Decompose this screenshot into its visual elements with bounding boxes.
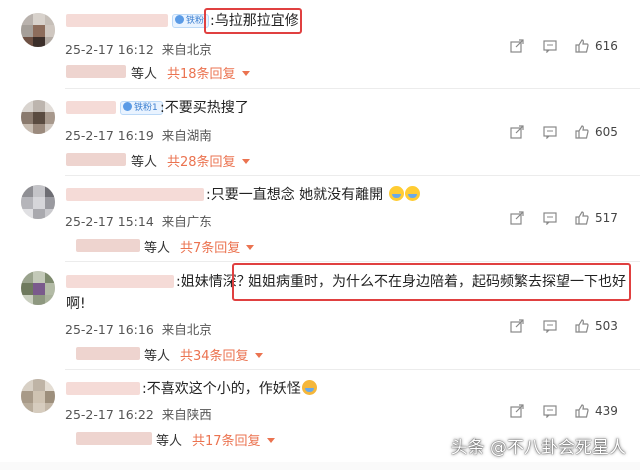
share-icon[interactable] <box>510 125 524 139</box>
blurred-username[interactable] <box>66 275 174 288</box>
reply-count-link[interactable]: 共34条回复 <box>180 349 249 364</box>
blurred-reply-users <box>76 347 140 360</box>
reply-summary[interactable]: 等人 共18条回复 <box>131 63 250 82</box>
comment-text: :只要一直想念 她就没有離開 <box>206 185 420 205</box>
divider <box>65 261 640 262</box>
chevron-down-icon[interactable] <box>241 159 250 164</box>
comment-text-continued: 啊! <box>66 296 86 312</box>
emoji-icon <box>404 186 420 201</box>
chevron-down-icon[interactable] <box>241 71 250 76</box>
comment-date: 25-2-17 15:14 <box>65 214 154 229</box>
divider <box>65 88 640 89</box>
comment-meta: 25-2-17 16:19 来自湖南 <box>65 125 212 144</box>
reply-count-link[interactable]: 共7条回复 <box>180 241 240 256</box>
reply-summary[interactable]: 等人 共28条回复 <box>131 151 250 170</box>
comment-date: 25-2-17 16:22 <box>65 407 154 422</box>
reply-users: 等人 <box>131 67 158 82</box>
reply-count-link[interactable]: 共18条回复 <box>167 67 236 82</box>
like-icon[interactable] <box>575 319 589 333</box>
comment-location: 来自广东 <box>161 214 212 229</box>
like-count: 517 <box>595 211 618 225</box>
comment-location: 来自陕西 <box>161 407 212 422</box>
like-count: 439 <box>595 404 618 418</box>
divider <box>65 175 640 176</box>
emoji-icon <box>301 380 317 395</box>
comment-meta: 25-2-17 16:12 来自北京 <box>65 39 212 58</box>
blurred-username[interactable] <box>66 101 116 114</box>
comment-text-highlighted: 姐姐病重时，为什么不在身边陪着，起码频繁去探望一下也好 <box>248 274 626 290</box>
divider <box>65 369 640 370</box>
like-icon[interactable] <box>575 404 589 418</box>
reply-summary[interactable]: 等人 共17条回复 <box>156 430 275 449</box>
reply-summary[interactable]: 等人 共7条回复 <box>144 237 255 256</box>
comment-location: 来自北京 <box>161 322 212 337</box>
comment-text: :不喜欢这个小的，作妖怪 <box>142 379 317 399</box>
avatar[interactable] <box>21 100 55 134</box>
next-comment-peek <box>0 462 640 470</box>
comment-actions: 439 <box>510 403 630 421</box>
share-icon[interactable] <box>510 211 524 225</box>
share-icon[interactable] <box>510 404 524 418</box>
like-icon[interactable] <box>575 125 589 139</box>
comment-icon[interactable] <box>543 319 557 333</box>
comment-date: 25-2-17 16:12 <box>65 42 154 57</box>
chevron-down-icon[interactable] <box>254 353 263 358</box>
emoji-icon <box>388 186 404 201</box>
comment-location: 来自北京 <box>161 42 212 57</box>
comment-icon[interactable] <box>543 39 557 53</box>
comment-location: 来自湖南 <box>161 128 212 143</box>
fan-badge: 铁粉1 <box>120 101 163 115</box>
like-count: 616 <box>595 39 618 53</box>
like-icon[interactable] <box>575 39 589 53</box>
comment-date: 25-2-17 16:16 <box>65 322 154 337</box>
chevron-down-icon[interactable] <box>266 438 275 443</box>
reply-users: 等人 <box>156 434 183 449</box>
heart-icon <box>175 15 184 24</box>
comment-actions: 605 <box>510 124 630 142</box>
chevron-down-icon[interactable] <box>246 245 255 250</box>
comment-meta: 25-2-17 16:22 来自陕西 <box>65 404 212 423</box>
share-icon[interactable] <box>510 319 524 333</box>
reply-count-link[interactable]: 共28条回复 <box>167 155 236 170</box>
reply-users: 等人 <box>144 349 171 364</box>
avatar[interactable] <box>21 13 55 47</box>
comment-icon[interactable] <box>543 404 557 418</box>
avatar[interactable] <box>21 185 55 219</box>
comment-meta: 25-2-17 15:14 来自广东 <box>65 211 212 230</box>
heart-icon <box>123 102 132 111</box>
blurred-username[interactable] <box>66 382 140 395</box>
like-count: 605 <box>595 125 618 139</box>
comment-actions: 503 <box>510 318 630 336</box>
reply-users: 等人 <box>144 241 171 256</box>
watermark: 头条 @不八卦会死星人 <box>450 438 626 458</box>
comment-meta: 25-2-17 16:16 来自北京 <box>65 319 212 338</box>
blurred-reply-users <box>76 432 152 445</box>
comment-text: :乌拉那拉宜修 <box>210 13 299 29</box>
comment-date: 25-2-17 16:19 <box>65 128 154 143</box>
blurred-username[interactable] <box>66 14 168 27</box>
blurred-reply-users <box>76 239 140 252</box>
comment-icon[interactable] <box>543 211 557 225</box>
comment-actions: 616 <box>510 38 630 56</box>
like-icon[interactable] <box>575 211 589 225</box>
blurred-username[interactable] <box>66 188 204 201</box>
share-icon[interactable] <box>510 39 524 53</box>
reply-count-link[interactable]: 共17条回复 <box>192 434 261 449</box>
comment-actions: 517 <box>510 210 630 228</box>
avatar[interactable] <box>21 379 55 413</box>
reply-summary[interactable]: 等人 共34条回复 <box>144 345 263 364</box>
comment-icon[interactable] <box>543 125 557 139</box>
like-count: 503 <box>595 319 618 333</box>
blurred-reply-users <box>66 65 126 78</box>
blurred-reply-users <box>66 153 126 166</box>
avatar[interactable] <box>21 271 55 305</box>
reply-users: 等人 <box>131 155 158 170</box>
comment-text: :不要买热搜了 <box>160 100 249 116</box>
